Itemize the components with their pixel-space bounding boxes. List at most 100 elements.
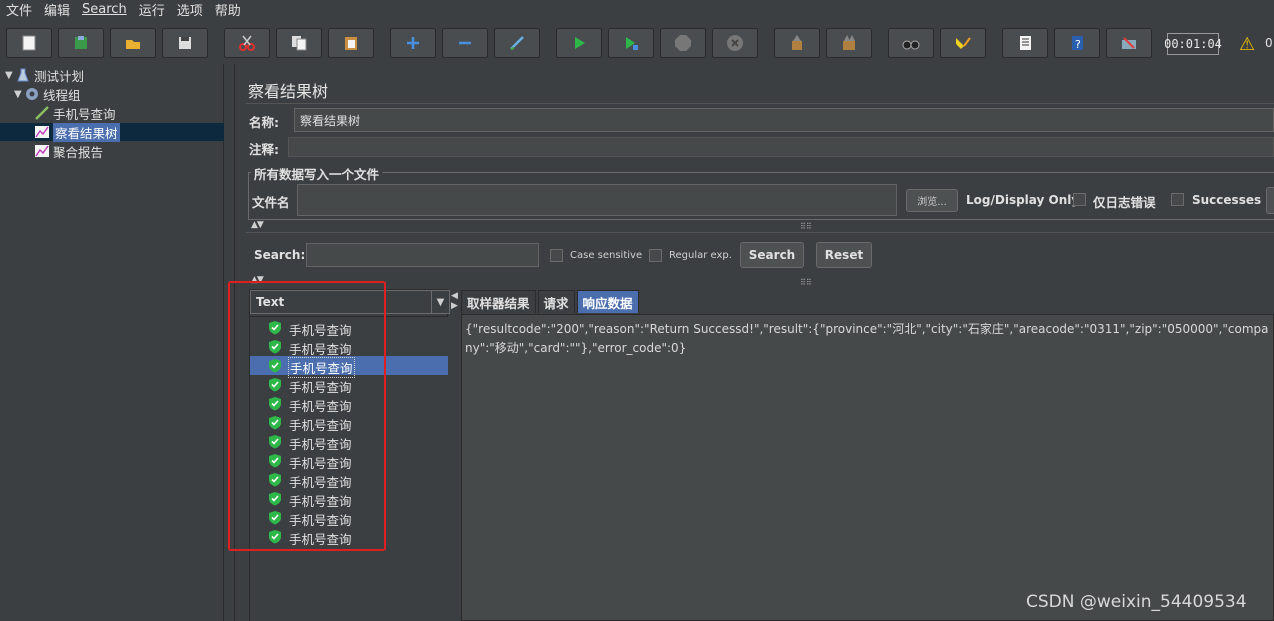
start-icon [575, 37, 585, 49]
chevron-down-icon[interactable]: ▼ [431, 291, 449, 313]
search-label: Search: [254, 248, 306, 262]
tree-item-view-results-tree[interactable]: 察看结果树 [34, 122, 120, 142]
search-icon [902, 40, 920, 50]
annotation-highlight-box [228, 281, 386, 551]
function-helper-icon [1020, 36, 1031, 50]
toggle-button[interactable] [494, 28, 540, 58]
successes-label: Successes [1192, 193, 1262, 207]
help-button[interactable]: ? [1054, 28, 1100, 58]
successes-checkbox[interactable] [1171, 193, 1184, 206]
errors-only-checkbox[interactable] [1073, 193, 1086, 206]
remote-icon [1122, 37, 1136, 49]
result-tabs: 取样器结果 请求 响应数据 [461, 290, 641, 314]
shutdown-button[interactable] [712, 28, 758, 58]
tree-item-phone-query[interactable]: 手机号查询 [34, 104, 116, 122]
expand-button[interactable] [390, 28, 436, 58]
regular-exp-label: Regular exp. [669, 250, 732, 261]
menu-search[interactable]: Search [76, 2, 133, 17]
collapse-left-arrow[interactable]: ◀ [451, 291, 458, 301]
start-no-pause-icon [626, 37, 638, 50]
save-icon [179, 37, 191, 49]
copy-icon [292, 36, 307, 51]
stop-button[interactable] [660, 28, 706, 58]
toggle-icon [510, 36, 524, 50]
filename-field[interactable] [297, 184, 897, 216]
search-submit-button[interactable]: Search [740, 242, 804, 268]
open-icon [126, 40, 140, 49]
listener-icon [34, 124, 50, 140]
name-label: 名称: [249, 115, 279, 130]
new-button[interactable] [6, 28, 52, 58]
results-splitter[interactable]: ◀ ▶ [450, 289, 460, 621]
cut-icon [239, 35, 255, 51]
tab-response-data[interactable]: 响应数据 [576, 290, 639, 313]
paste-button[interactable] [328, 28, 374, 58]
templates-icon [75, 36, 87, 49]
comment-field[interactable] [288, 137, 1274, 157]
start-no-pause-button[interactable] [608, 28, 654, 58]
clear-all-button[interactable] [826, 28, 872, 58]
collapse-button[interactable] [442, 28, 488, 58]
collapse-arrows[interactable]: ▲▼ [251, 220, 264, 230]
copy-button[interactable] [276, 28, 322, 58]
browse-button[interactable]: 浏览... [906, 189, 958, 212]
tree-item-test-plan[interactable]: ▼ 测试计划 [5, 66, 84, 84]
tree-item-thread-group[interactable]: ▼ 线程组 [14, 85, 81, 103]
function-helper-button[interactable] [1002, 28, 1048, 58]
tree-expand-toggle[interactable]: ▼ [14, 89, 24, 100]
search-input[interactable] [306, 243, 539, 267]
svg-text:?: ? [1075, 38, 1081, 51]
reset-search-icon [956, 37, 971, 49]
templates-button[interactable] [58, 28, 104, 58]
toolbar: ? 00:01:04 ⚠ 0 [0, 22, 1274, 62]
elapsed-timer: 00:01:04 [1164, 33, 1222, 55]
start-button[interactable] [556, 28, 602, 58]
file-output-section-title: 所有数据写入一个文件 [251, 164, 383, 183]
remote-button[interactable] [1106, 28, 1152, 58]
name-field[interactable]: 察看结果树 [294, 108, 1274, 132]
reset-search-button[interactable] [940, 28, 986, 58]
shutdown-icon [727, 35, 743, 51]
regular-exp-checkbox[interactable] [649, 249, 662, 262]
response-body-text[interactable]: {"resultcode":"200","reason":"Return Suc… [465, 320, 1269, 358]
tree-expand-toggle[interactable]: ▼ [5, 70, 15, 81]
open-button[interactable] [110, 28, 156, 58]
tree-item-aggregate-report[interactable]: 聚合报告 [34, 142, 103, 160]
case-sensitive-label: Case sensitive [570, 250, 643, 261]
watermark: CSDN @weixin_54409534 [1026, 592, 1247, 612]
comment-label: 注释: [249, 142, 279, 157]
test-plan-tree: ▼ 测试计划 ▼ 线程组 手机号查询 察看结果树 聚合报告 [0, 64, 224, 621]
collapse-right-arrow[interactable]: ▶ [451, 301, 458, 311]
menu-edit[interactable]: 编辑 [38, 0, 76, 19]
search-button[interactable] [888, 28, 934, 58]
panel-title: 察看结果树 [248, 82, 329, 101]
collapse-icon [459, 41, 471, 45]
log-display-only-label: Log/Display Only: [966, 193, 1084, 207]
filename-label: 文件名 [252, 195, 290, 210]
menu-options[interactable]: 选项 [171, 0, 209, 19]
tab-request[interactable]: 请求 [537, 290, 575, 313]
test-plan-icon [15, 67, 31, 83]
reset-button[interactable]: Reset [816, 242, 872, 268]
warning-icon[interactable]: ⚠ [1239, 34, 1255, 55]
case-sensitive-checkbox[interactable] [550, 249, 563, 262]
configure-button[interactable] [1266, 187, 1274, 214]
save-button[interactable] [162, 28, 208, 58]
splitter-grip[interactable]: ⠿⠿ [800, 278, 812, 287]
response-data-view[interactable]: {"resultcode":"200","reason":"Return Suc… [461, 314, 1274, 621]
menu-run[interactable]: 运行 [133, 0, 171, 19]
clear-icon [792, 35, 802, 50]
help-icon: ? [1072, 36, 1083, 51]
clear-button[interactable] [774, 28, 820, 58]
expand-icon [407, 37, 419, 49]
tab-sampler-result[interactable]: 取样器结果 [461, 290, 536, 313]
menu-file[interactable]: 文件 [0, 0, 38, 19]
section-divider [246, 232, 1274, 233]
splitter-grip[interactable]: ⠿⠿ [800, 222, 812, 231]
title-divider [246, 103, 1274, 104]
http-sampler-icon [34, 105, 50, 121]
errors-only-label: 仅日志错误 [1093, 195, 1156, 210]
cut-button[interactable] [224, 28, 270, 58]
stop-icon [675, 35, 691, 51]
menu-help[interactable]: 帮助 [209, 0, 247, 19]
